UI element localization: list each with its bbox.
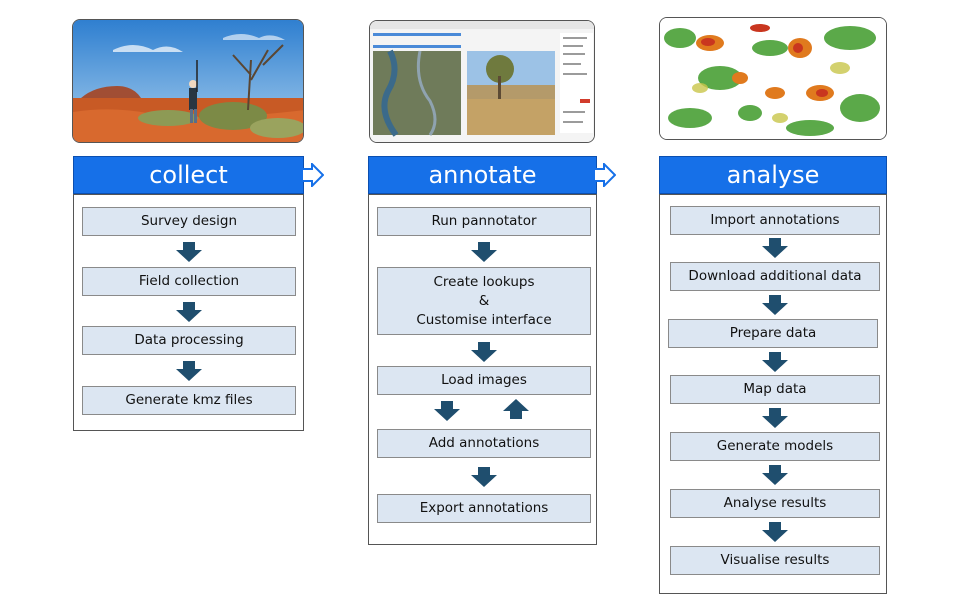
step-label: Prepare data <box>729 325 817 341</box>
collect-to-annotate-arrow <box>303 163 324 187</box>
step-generate-kmz-files: Generate kmz files <box>82 386 296 415</box>
step-label: Run pannotator <box>431 213 537 229</box>
step-label: Add annotations <box>428 435 540 451</box>
step-prepare-data: Prepare data <box>668 319 878 348</box>
step-data-processing: Data processing <box>82 326 296 355</box>
arrow-down-icon <box>762 408 788 428</box>
step-label: Field collection <box>138 273 240 289</box>
pannotator-app-image <box>370 21 594 142</box>
step-label: Download additional data <box>688 268 862 284</box>
annotate-to-analyse-arrow <box>595 163 616 187</box>
collect-title: collect <box>149 161 228 189</box>
step-create-lookups: Create lookups & Customise interface <box>377 267 591 335</box>
analyse-map <box>659 17 887 140</box>
arrow-down-icon <box>762 238 788 258</box>
step-analyse-results: Analyse results <box>670 489 880 518</box>
step-download-additional-data: Download additional data <box>670 262 880 291</box>
step-visualise-results: Visualise results <box>670 546 880 575</box>
step-label: Import annotations <box>710 212 840 228</box>
step-label: Export annotations <box>419 500 549 516</box>
step-generate-models: Generate models <box>670 432 880 461</box>
arrow-up-icon <box>503 399 529 419</box>
collect-header: collect <box>73 156 304 194</box>
arrow-down-icon <box>471 242 497 262</box>
step-export-annotations: Export annotations <box>377 494 591 523</box>
arrow-down-icon <box>176 361 202 381</box>
step-load-images: Load images <box>377 366 591 395</box>
annotate-header: annotate <box>368 156 597 194</box>
annotate-title: annotate <box>428 161 537 189</box>
collect-photo <box>72 19 304 143</box>
step-add-annotations: Add annotations <box>377 429 591 458</box>
step-label: Data processing <box>134 332 244 348</box>
arrow-down-icon <box>471 342 497 362</box>
arrow-down-icon <box>176 302 202 322</box>
analyse-title: analyse <box>726 161 820 189</box>
step-label: Load images <box>441 372 527 388</box>
arrow-down-icon <box>762 352 788 372</box>
step-run-pannotator: Run pannotator <box>377 207 591 236</box>
step-field-collection: Field collection <box>82 267 296 296</box>
arrow-down-icon <box>176 242 202 262</box>
outback-photo-image <box>73 20 303 142</box>
arrow-down-icon <box>762 522 788 542</box>
arrow-down-icon <box>434 401 460 421</box>
step-label: Survey design <box>140 213 238 229</box>
step-label: Create lookups & Customise interface <box>416 273 552 328</box>
step-label: Analyse results <box>723 495 827 511</box>
step-label: Map data <box>743 381 807 397</box>
analyse-header: analyse <box>659 156 887 194</box>
arrow-down-icon <box>762 465 788 485</box>
annotate-screenshot <box>369 20 595 143</box>
step-label: Generate models <box>716 438 834 454</box>
step-survey-design: Survey design <box>82 207 296 236</box>
step-label: Visualise results <box>720 552 830 568</box>
landcover-map-image <box>660 18 886 139</box>
arrow-down-icon <box>762 295 788 315</box>
step-label: Generate kmz files <box>125 392 253 408</box>
step-import-annotations: Import annotations <box>670 206 880 235</box>
arrow-down-icon <box>471 467 497 487</box>
step-map-data: Map data <box>670 375 880 404</box>
